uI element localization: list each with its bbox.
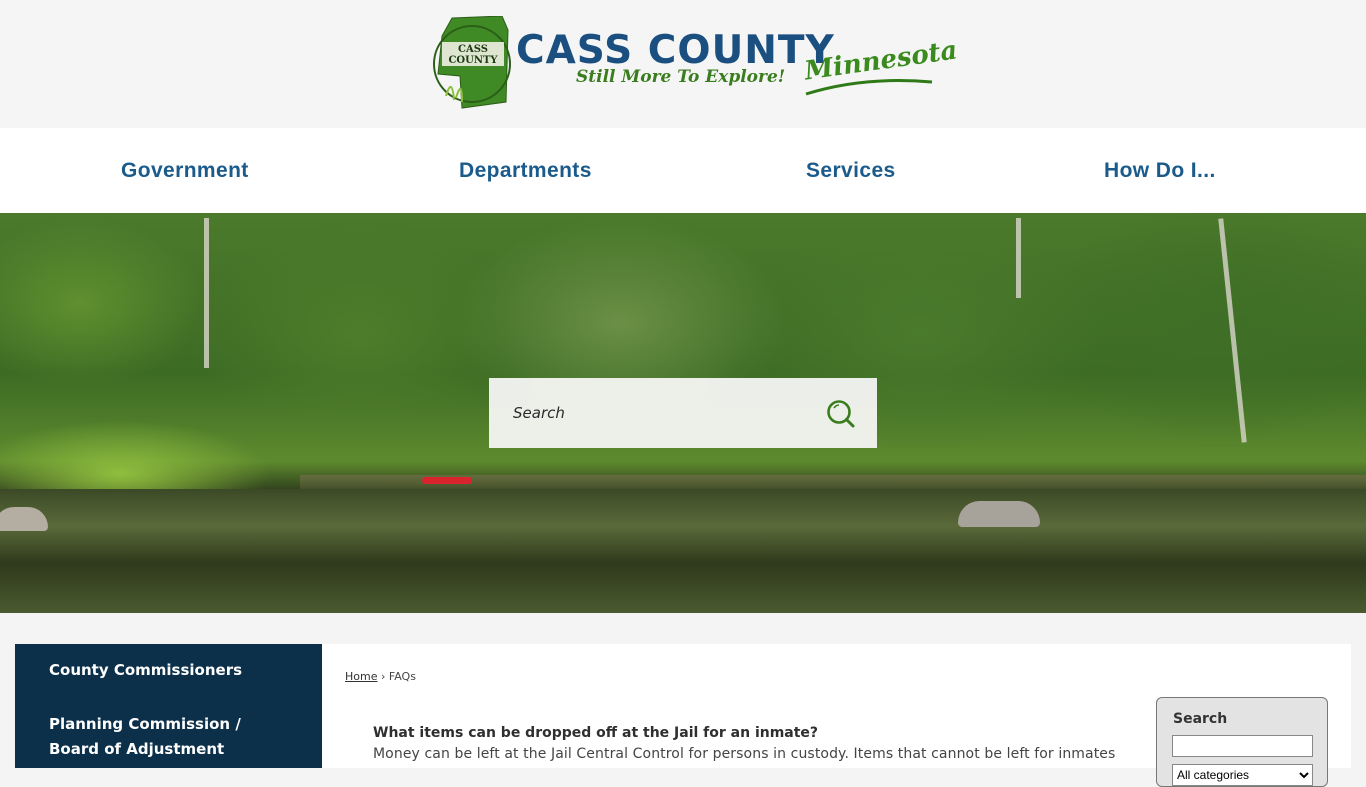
breadcrumb: Home › FAQs [345, 670, 416, 683]
faq-search-widget: Search All categories [1156, 697, 1328, 787]
breadcrumb-home-link[interactable]: Home [345, 670, 377, 683]
nav-item-how-do-i[interactable]: How Do I... [1104, 128, 1216, 213]
brand-tagline: Still More To Explore! [576, 67, 786, 87]
nav-item-departments[interactable]: Departments [459, 128, 592, 213]
tree-trunk [1016, 218, 1021, 298]
tree-trunk [1218, 218, 1247, 443]
brand-swoosh-icon [805, 79, 933, 96]
main-content: Home › FAQs What items can be dropped of… [322, 644, 1351, 787]
svg-text:COUNTY: COUNTY [448, 55, 498, 66]
hero-search-input[interactable] [489, 378, 819, 448]
site-logo[interactable]: CASS COUNTY CASS COUNTY Still More To Ex… [432, 16, 959, 112]
hero-search-box [489, 378, 877, 448]
nav-item-services[interactable]: Services [806, 128, 896, 213]
hero-banner [0, 213, 1366, 613]
county-seal-icon: CASS COUNTY [433, 16, 511, 109]
tree-trunk [204, 218, 209, 368]
hero-kayak [422, 477, 472, 484]
faq-search-input[interactable] [1172, 735, 1313, 757]
sidebar-nav: County Commissioners Planning Commission… [15, 644, 322, 768]
faq-question[interactable]: What items can be dropped off at the Jai… [373, 725, 818, 741]
category-select[interactable]: All categories [1172, 764, 1313, 786]
site-header: CASS COUNTY CASS COUNTY Still More To Ex… [0, 0, 1366, 128]
search-icon[interactable] [825, 398, 857, 430]
sidebar-item-county-commissioners[interactable]: County Commissioners [49, 658, 242, 683]
breadcrumb-current: FAQs [388, 670, 416, 683]
main-nav: Government Departments Services How Do I… [0, 128, 1366, 213]
hero-water [0, 489, 1366, 613]
search-widget-title: Search [1173, 711, 1228, 727]
hero-rock [958, 501, 1040, 527]
svg-text:CASS: CASS [458, 44, 488, 55]
nav-item-government[interactable]: Government [121, 128, 249, 213]
faq-answer: Money can be left at the Jail Central Co… [373, 746, 1116, 762]
sidebar-item-planning-commission[interactable]: Planning Commission / Board of Adjustmen… [49, 712, 269, 762]
breadcrumb-separator: › [380, 670, 386, 683]
